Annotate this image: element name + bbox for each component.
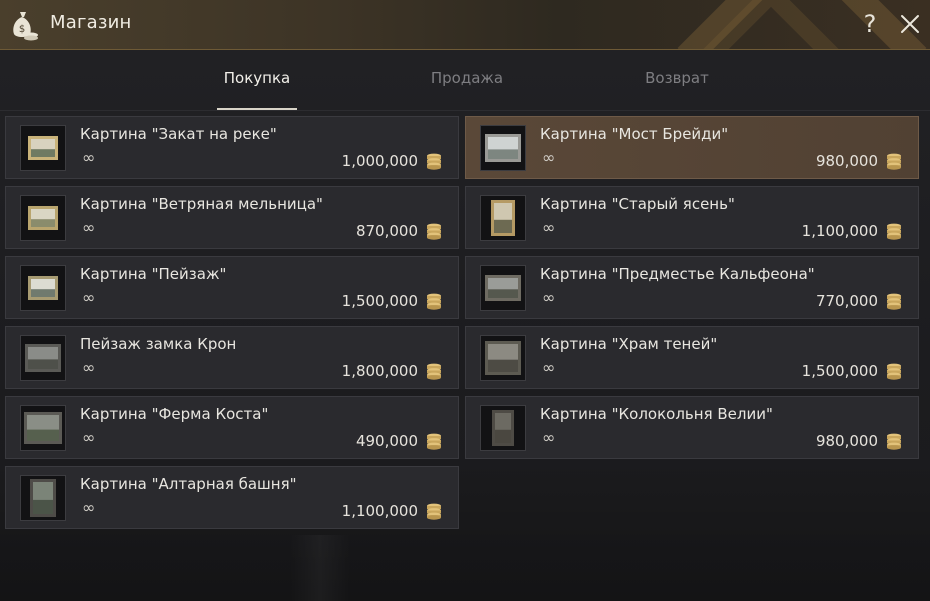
silver-coin-icon [426,293,442,310]
item-price: 1,100,000 [801,222,878,240]
painting-costa-farm-icon [20,405,66,451]
item-stock: ∞ [542,148,556,167]
shop-item-card[interactable]: Картина "Старый ясень" ∞ 1,100,000 [465,186,919,249]
item-stock: ∞ [82,428,96,447]
item-stock: ∞ [82,498,96,517]
tab-buyback[interactable]: Возврат [637,50,717,108]
svg-text:$: $ [19,24,25,35]
tab-buy[interactable]: Покупка [217,50,297,110]
item-name: Картина "Старый ясень" [540,195,735,213]
shop-item-card[interactable]: Картина "Закат на реке" ∞ 1,000,000 [5,116,459,179]
item-price: 1,100,000 [341,502,418,520]
item-stock: ∞ [542,288,556,307]
painting-altar-tower-icon [20,475,66,521]
item-name: Картина "Пейзаж" [80,265,227,283]
shop-window: $ Магазин ? Покупка Продажа Возврат Карт… [0,0,930,601]
painting-landscape-icon [20,265,66,311]
item-price: 870,000 [355,222,418,240]
item-name: Картина "Ферма Коста" [80,405,269,423]
item-stock: ∞ [82,218,96,237]
item-name: Картина "Мост Брейди" [540,125,729,143]
silver-coin-icon [886,153,902,170]
item-name: Картина "Алтарная башня" [80,475,297,493]
silver-coin-icon [426,153,442,170]
item-price: 1,500,000 [341,292,418,310]
item-price: 770,000 [815,292,878,310]
shop-item-card[interactable]: Картина "Ферма Коста" ∞ 490,000 [5,396,459,459]
item-stock: ∞ [542,428,556,447]
item-stock: ∞ [82,358,96,377]
item-name: Пейзаж замка Крон [80,335,237,353]
silver-coin-icon [886,223,902,240]
item-name: Картина "Предместье Кальфеона" [540,265,815,283]
painting-windmill-icon [20,195,66,241]
painting-bridge-icon [480,125,526,171]
item-stock: ∞ [82,148,96,167]
title-decoration [677,0,927,49]
money-bag-icon: $ [9,9,39,41]
painting-sunset-river-icon [20,125,66,171]
item-name: Картина "Храм теней" [540,335,718,353]
item-name: Картина "Колокольня Велии" [540,405,773,423]
window-title: Магазин [50,12,132,33]
background-streak [290,535,350,601]
painting-shadow-temple-icon [480,335,526,381]
shop-item-card[interactable]: Картина "Предместье Кальфеона" ∞ 770,000 [465,256,919,319]
silver-coin-icon [426,223,442,240]
silver-coin-icon [426,433,442,450]
shop-item-card[interactable]: Картина "Мост Брейди" ∞ 980,000 [465,116,919,179]
item-name: Картина "Ветряная мельница" [80,195,323,213]
silver-coin-icon [886,293,902,310]
help-icon[interactable]: ? [858,10,882,38]
item-price: 980,000 [815,432,878,450]
silver-coin-icon [426,503,442,520]
item-price: 1,800,000 [341,362,418,380]
silver-coin-icon [886,363,902,380]
shop-item-card[interactable]: Картина "Колокольня Велии" ∞ 980,000 [465,396,919,459]
shop-item-card[interactable]: Картина "Алтарная башня" ∞ 1,100,000 [5,466,459,529]
tab-sell[interactable]: Продажа [427,50,507,108]
painting-calpheon-suburb-icon [480,265,526,311]
item-price: 1,000,000 [341,152,418,170]
title-bar[interactable]: $ Магазин ? [0,0,930,50]
item-stock: ∞ [82,288,96,307]
silver-coin-icon [426,363,442,380]
silver-coin-icon [886,433,902,450]
shop-item-card[interactable]: Картина "Ветряная мельница" ∞ 870,000 [5,186,459,249]
item-price: 490,000 [355,432,418,450]
shop-tabs: Покупка Продажа Возврат [0,50,930,111]
item-price: 1,500,000 [801,362,878,380]
painting-old-ash-icon [480,195,526,241]
item-stock: ∞ [542,218,556,237]
shop-item-card[interactable]: Картина "Храм теней" ∞ 1,500,000 [465,326,919,389]
painting-velia-bell-tower-icon [480,405,526,451]
item-stock: ∞ [542,358,556,377]
painting-kron-castle-icon [20,335,66,381]
item-price: 980,000 [815,152,878,170]
close-icon[interactable] [898,12,922,36]
shop-item-card[interactable]: Пейзаж замка Крон ∞ 1,800,000 [5,326,459,389]
shop-item-card[interactable]: Картина "Пейзаж" ∞ 1,500,000 [5,256,459,319]
item-name: Картина "Закат на реке" [80,125,277,143]
